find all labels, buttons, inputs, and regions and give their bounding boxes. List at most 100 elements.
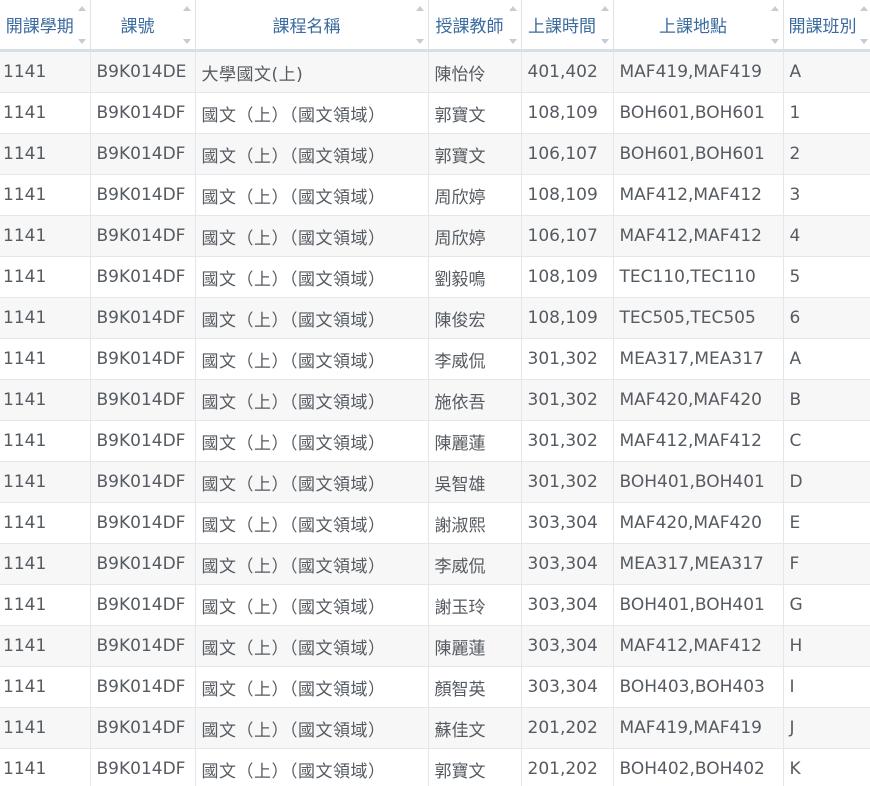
cell-course-code: B9K014DF <box>90 584 196 626</box>
sort-icon[interactable] <box>415 6 424 44</box>
table-header: 開課學期 課號 課程名稱 授課教師 上課時間 上課地點 開課班別 <box>0 0 870 52</box>
cell-course-name: 國文（上）（國文領域） <box>195 256 429 298</box>
table-row[interactable]: 1141 B9K014DF 國文（上）（國文領域） 顏智英 303,304 BOH403,… <box>0 666 870 708</box>
cell-location: MAF419,MAF419 <box>613 50 784 93</box>
table-row[interactable]: 1141 B9K014DF 國文（上）（國文領域） 謝玉玲 303,304 BOH401,… <box>0 584 870 626</box>
cell-location: BOH402,BOH402 <box>613 748 784 786</box>
cell-teacher: 顏智英 <box>428 666 522 708</box>
cell-time: 108,109 <box>521 174 614 216</box>
cell-course-code: B9K014DF <box>90 92 196 134</box>
cell-location: MAF412,MAF412 <box>613 215 784 257</box>
cell-course-name: 國文（上）（國文領域） <box>195 92 429 134</box>
table-row[interactable]: 1141 B9K014DF 國文（上）（國文領域） 郭寶文 108,109 BOH601,… <box>0 92 870 134</box>
table-row[interactable]: 1141 B9K014DF 國文（上）（國文領域） 施依吾 301,302 MAF420,… <box>0 379 870 421</box>
column-header-class[interactable]: 開課班別 <box>783 0 870 52</box>
table-row[interactable]: 1141 B9K014DF 國文（上）（國文領域） 周欣婷 106,107 MAF412,… <box>0 215 870 257</box>
table-row[interactable]: 1141 B9K014DF 國文（上）（國文領域） 吳智雄 301,302 BOH401,… <box>0 461 870 503</box>
cell-semester: 1141 <box>0 625 91 667</box>
table-row[interactable]: 1141 B9K014DF 國文（上）（國文領域） 郭寶文 106,107 BOH601,… <box>0 133 870 175</box>
cell-time: 303,304 <box>521 666 614 708</box>
cell-course-code: B9K014DF <box>90 625 196 667</box>
table-row[interactable]: 1141 B9K014DF 國文（上）（國文領域） 劉毅鳴 108,109 TEC110,… <box>0 256 870 298</box>
cell-semester: 1141 <box>0 338 91 380</box>
column-header-label: 上課時間 <box>528 17 596 37</box>
cell-course-name: 國文（上）（國文領域） <box>195 174 429 216</box>
cell-semester: 1141 <box>0 420 91 462</box>
cell-teacher: 郭寶文 <box>428 748 522 786</box>
cell-teacher: 陳麗蓮 <box>428 625 522 667</box>
table-row[interactable]: 1141 B9K014DF 國文（上）（國文領域） 李威侃 303,304 MEA317,… <box>0 543 870 585</box>
cell-location: BOH601,BOH601 <box>613 133 784 175</box>
cell-teacher: 郭寶文 <box>428 133 522 175</box>
cell-teacher: 陳麗蓮 <box>428 420 522 462</box>
cell-time: 303,304 <box>521 502 614 544</box>
cell-course-code: B9K014DF <box>90 338 196 380</box>
table-row[interactable]: 1141 B9K014DF 國文（上）（國文領域） 郭寶文 201,202 BOH402,… <box>0 748 870 786</box>
column-header-label: 開課學期 <box>5 17 74 37</box>
cell-teacher: 陳怡伶 <box>428 50 522 93</box>
course-table-container: 開課學期 課號 課程名稱 授課教師 上課時間 上課地點 開課班別 1141 B9… <box>0 0 870 786</box>
cell-location: BOH601,BOH601 <box>613 92 784 134</box>
cell-time: 301,302 <box>521 420 614 462</box>
cell-location: MAF420,MAF420 <box>613 502 784 544</box>
column-header-semester[interactable]: 開課學期 <box>0 0 91 52</box>
table-row[interactable]: 1141 B9K014DF 國文（上）（國文領域） 李威侃 301,302 MEA317,… <box>0 338 870 380</box>
cell-time: 303,304 <box>521 584 614 626</box>
table-row[interactable]: 1141 B9K014DF 國文（上）（國文領域） 陳麗蓮 301,302 MAF412,… <box>0 420 870 462</box>
column-header-place[interactable]: 上課地點 <box>613 0 784 52</box>
header-row: 開課學期 課號 課程名稱 授課教師 上課時間 上課地點 開課班別 <box>0 0 870 52</box>
cell-course-name: 國文（上）（國文領域） <box>195 584 429 626</box>
cell-class: 1 <box>783 92 870 134</box>
table-row[interactable]: 1141 B9K014DE 大學國文(上) 陳怡伶 401,402 MAF419,MAF4… <box>0 50 870 93</box>
cell-location: TEC505,TEC505 <box>613 297 784 339</box>
cell-teacher: 郭寶文 <box>428 92 522 134</box>
cell-semester: 1141 <box>0 174 91 216</box>
table-row[interactable]: 1141 B9K014DF 國文（上）（國文領域） 謝淑熙 303,304 MAF420,… <box>0 502 870 544</box>
cell-location: MAF412,MAF412 <box>613 420 784 462</box>
sort-icon[interactable] <box>508 6 517 44</box>
column-header-label: 課程名稱 <box>272 17 341 37</box>
cell-semester: 1141 <box>0 256 91 298</box>
cell-class: G <box>783 584 870 626</box>
cell-course-code: B9K014DF <box>90 215 196 257</box>
cell-course-code: B9K014DF <box>90 133 196 175</box>
sort-icon[interactable] <box>182 6 191 44</box>
cell-course-code: B9K014DF <box>90 748 196 786</box>
cell-semester: 1141 <box>0 748 91 786</box>
cell-course-name: 國文（上）（國文領域） <box>195 338 429 380</box>
cell-time: 108,109 <box>521 297 614 339</box>
sort-icon[interactable] <box>600 6 609 44</box>
cell-semester: 1141 <box>0 584 91 626</box>
column-header-name[interactable]: 課程名稱 <box>195 0 429 52</box>
cell-class: A <box>783 50 870 93</box>
cell-semester: 1141 <box>0 92 91 134</box>
sort-icon[interactable] <box>859 6 868 44</box>
cell-course-name: 國文（上）（國文領域） <box>195 502 429 544</box>
cell-class: 6 <box>783 297 870 339</box>
table-row[interactable]: 1141 B9K014DF 國文（上）（國文領域） 陳麗蓮 303,304 MAF412,… <box>0 625 870 667</box>
column-header-label: 課號 <box>120 17 155 37</box>
cell-course-name: 大學國文(上) <box>195 50 429 93</box>
course-table: 開課學期 課號 課程名稱 授課教師 上課時間 上課地點 開課班別 1141 B9… <box>0 0 870 786</box>
cell-course-code: B9K014DF <box>90 420 196 462</box>
cell-course-code: B9K014DF <box>90 297 196 339</box>
sort-icon[interactable] <box>770 6 779 44</box>
cell-class: 4 <box>783 215 870 257</box>
cell-teacher: 周欣婷 <box>428 174 522 216</box>
table-row[interactable]: 1141 B9K014DF 國文（上）（國文領域） 陳俊宏 108,109 TEC505,… <box>0 297 870 339</box>
sort-icon[interactable] <box>77 6 86 44</box>
cell-course-name: 國文（上）（國文領域） <box>195 666 429 708</box>
column-header-label: 授課教師 <box>435 17 504 37</box>
cell-course-name: 國文（上）（國文領域） <box>195 543 429 585</box>
column-header-code[interactable]: 課號 <box>90 0 196 52</box>
cell-class: K <box>783 748 870 786</box>
cell-course-code: B9K014DE <box>90 50 196 93</box>
cell-semester: 1141 <box>0 133 91 175</box>
cell-location: TEC110,TEC110 <box>613 256 784 298</box>
cell-semester: 1141 <box>0 461 91 503</box>
column-header-time[interactable]: 上課時間 <box>521 0 614 52</box>
table-row[interactable]: 1141 B9K014DF 國文（上）（國文領域） 周欣婷 108,109 MAF412,… <box>0 174 870 216</box>
table-row[interactable]: 1141 B9K014DF 國文（上）（國文領域） 蘇佳文 201,202 MAF419,… <box>0 707 870 749</box>
column-header-teacher[interactable]: 授課教師 <box>428 0 522 52</box>
cell-teacher: 劉毅鳴 <box>428 256 522 298</box>
